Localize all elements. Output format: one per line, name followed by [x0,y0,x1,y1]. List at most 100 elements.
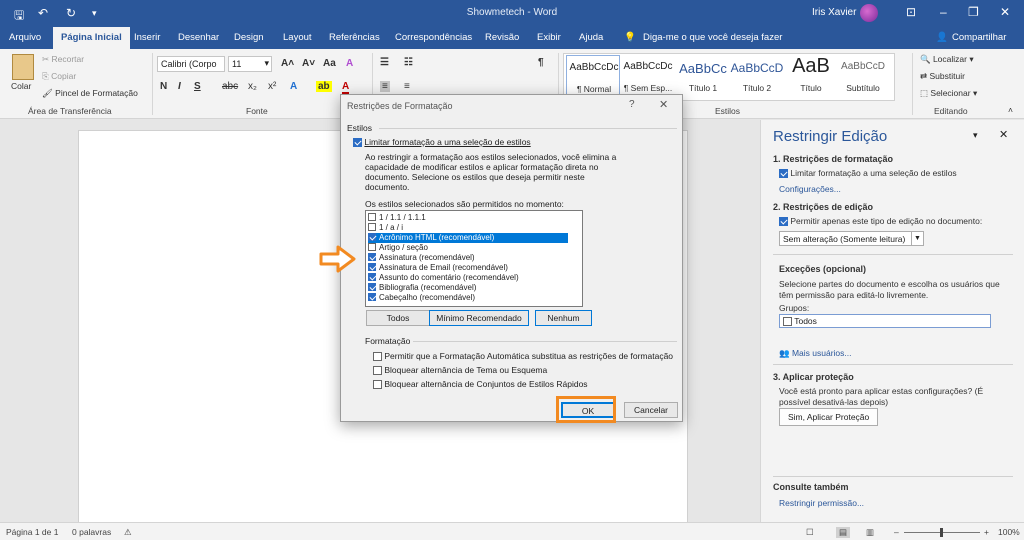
list-item-checkbox[interactable] [368,263,376,271]
block-quickstyles-option[interactable]: Bloquear alternância de Conjuntos de Est… [373,379,588,390]
font-color-icon[interactable]: A [342,81,350,95]
align-center-icon[interactable]: ≡ [404,81,410,92]
show-marks-icon[interactable]: ¶ [538,57,544,68]
restrict-permission-link[interactable]: Restringir permissão... [779,498,864,508]
list-item[interactable]: Artigo / seção [368,243,568,253]
user-name[interactable]: Iris Xavier [812,7,856,18]
share-icon[interactable]: 👤 [936,32,948,43]
close-icon[interactable]: ✕ [1000,5,1010,19]
superscript-button[interactable]: x² [268,81,276,92]
clear-format-icon[interactable]: A [346,58,353,69]
list-item[interactable]: 1 / 1.1 / 1.1.1 [368,213,568,223]
focus-icon[interactable]: ☐ [806,527,814,538]
tab-design[interactable]: Design [234,32,264,43]
minimize-icon[interactable]: – [940,5,947,19]
block-theme-checkbox[interactable] [373,366,382,376]
style-no-spacing[interactable]: AaBbCcDc ¶ Sem Esp... [621,55,675,97]
select-none-button[interactable]: Nenhum [535,310,592,326]
list-item-checkbox[interactable] [368,243,376,251]
allow-editing-checkbox[interactable] [779,217,788,227]
list-item[interactable]: Cabeçalho (recomendável) [368,293,568,303]
bold-button[interactable]: N [160,81,167,92]
collapse-ribbon-icon[interactable]: ˄ [1008,105,1013,115]
list-item-checkbox[interactable] [368,223,376,231]
tell-me-search[interactable]: Diga-me o que você deseja fazer [643,32,782,43]
help-icon[interactable]: ? [629,99,635,110]
style-title[interactable]: AaB Título [784,55,838,97]
proofing-icon[interactable]: ⚠ [124,527,132,538]
strikethrough-button[interactable]: abc [222,81,238,92]
limit-formatting-dialog-option[interactable]: Limitar formatação a uma seleção de esti… [353,137,531,148]
zoom-thumb[interactable] [940,528,943,537]
limit-formatting-dialog-checkbox[interactable] [353,138,362,148]
paste-icon[interactable] [12,54,34,80]
web-layout-icon[interactable]: ▥ [866,527,874,538]
tab-referencias[interactable]: Referências [329,32,380,43]
style-subtitle[interactable]: AaBbCcD Subtítulo [836,55,890,97]
select-button[interactable]: ⬚ Selecionar ▾ [920,88,977,99]
paste-button[interactable]: Colar [11,81,31,91]
word-count[interactable]: 0 palavras [72,527,111,537]
limit-formatting-option[interactable]: Limitar formatação a uma seleção de esti… [779,168,957,179]
highlight-icon[interactable]: ab [316,81,332,92]
bullets-icon[interactable]: ☰ [380,57,389,68]
text-effects-icon[interactable]: A [290,81,297,92]
tab-arquivo[interactable]: Arquivo [9,32,41,43]
list-item[interactable]: Bibliografia (recomendável) [368,283,568,293]
list-item[interactable]: Assinatura (recomendável) [368,253,568,263]
font-size-combo[interactable]: 11 ▾ [228,56,272,72]
select-all-styles-button[interactable]: Todos [366,310,430,326]
zoom-out-icon[interactable]: – [894,527,899,537]
autoformat-option[interactable]: Permitir que a Formatação Automática sub… [373,351,673,362]
list-item-checkbox[interactable] [368,213,376,221]
tab-exibir[interactable]: Exibir [537,32,561,43]
styles-list[interactable]: 1 / 1.1 / 1.1.1 1 / a / i Acrônimo HTML … [365,210,583,307]
replace-button[interactable]: ⇄ Substituir [920,71,965,82]
cancel-button[interactable]: Cancelar [624,402,678,418]
align-left-icon[interactable]: ≡ [380,81,390,92]
zoom-level[interactable]: 100% [998,527,1020,537]
tab-pagina-inicial[interactable]: Página Inicial [53,27,130,49]
numbering-icon[interactable]: ☷ [404,57,413,68]
list-item[interactable]: Assinatura de Email (recomendável) [368,263,568,273]
more-users-link[interactable]: 👥 Mais usuários... [779,348,851,359]
style-heading-2[interactable]: AaBbCcD Título 2 [730,55,784,97]
dialog-close-icon[interactable]: ✕ [659,98,668,111]
list-item[interactable]: Acrônimo HTML (recomendável) [368,233,568,243]
apply-protection-button[interactable]: Sim, Aplicar Proteção [779,408,879,426]
find-button[interactable]: 🔍 Localizar ▾ [920,54,974,65]
editing-type-select[interactable]: Sem alteração (Somente leitura) ▼ [779,231,924,246]
change-case-icon[interactable]: Aa [323,58,336,69]
tab-desenhar[interactable]: Desenhar [178,32,219,43]
zoom-in-icon[interactable]: + [984,527,989,537]
groups-list[interactable]: Todos [779,314,991,328]
restore-icon[interactable]: ❐ [968,5,979,19]
tab-layout[interactable]: Layout [283,32,312,43]
copy-button[interactable]: ⎘ Copiar [42,71,76,82]
pane-close-icon[interactable]: ✕ [999,128,1008,141]
page-count[interactable]: Página 1 de 1 [6,527,58,537]
font-name-combo[interactable]: Calibri (Corpo [157,56,225,72]
tab-ajuda[interactable]: Ajuda [579,32,603,43]
list-item[interactable]: 1 / a / i [368,223,568,233]
format-painter-button[interactable]: 🖌 Pincel de Formatação [42,88,138,99]
pane-options-icon[interactable]: ▾ [973,130,978,141]
grow-font-icon[interactable]: A˄ [281,58,294,69]
list-item-checkbox[interactable] [368,253,376,261]
list-item-checkbox[interactable] [368,233,376,241]
autoformat-checkbox[interactable] [373,352,382,362]
minimum-recommended-button[interactable]: Mínimo Recomendado [429,310,529,326]
chevron-down-icon[interactable]: ▼ [911,232,923,245]
list-item-checkbox[interactable] [368,283,376,291]
tab-revisao[interactable]: Revisão [485,32,519,43]
block-quickstyles-checkbox[interactable] [373,380,382,390]
underline-button[interactable]: S [194,81,201,92]
block-theme-option[interactable]: Bloquear alternância de Tema ou Esquema [373,365,547,376]
share-button[interactable]: Compartilhar [952,32,1006,43]
subscript-button[interactable]: x₂ [248,81,257,92]
shrink-font-icon[interactable]: A˅ [302,58,315,69]
ribbon-display-icon[interactable]: ⊡ [906,5,916,19]
print-layout-icon[interactable]: ▤ [836,527,851,538]
style-normal[interactable]: AaBbCcDc ¶ Normal [566,55,620,97]
tab-correspondencias[interactable]: Correspondências [395,32,472,43]
